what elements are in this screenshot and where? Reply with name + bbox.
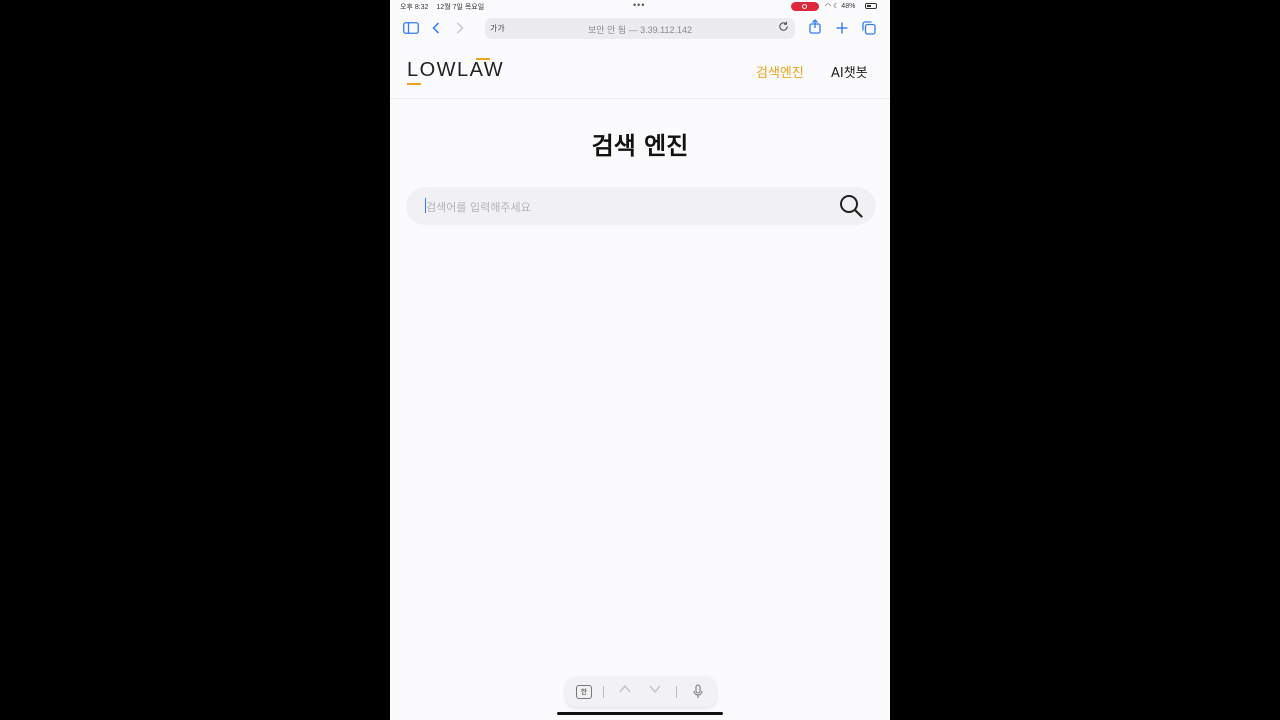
search-icon[interactable]: [839, 194, 863, 218]
ime-toggle-button[interactable]: 한: [576, 685, 592, 699]
address-bar[interactable]: 가가 보안 안 됨 — 3.39.112.142: [485, 18, 795, 39]
share-icon[interactable]: [809, 19, 821, 39]
screen-recording-icon[interactable]: [791, 2, 819, 11]
search-box[interactable]: [406, 187, 876, 225]
sidebar-icon[interactable]: [403, 21, 419, 39]
site-header: LOWLAW 검색엔진 AI챗봇: [390, 43, 890, 99]
divider: [676, 686, 677, 698]
keyboard-accessory-bar: 한: [566, 677, 716, 707]
browser-toolbar: 가가 보안 안 됨 — 3.39.112.142: [390, 13, 890, 43]
chevron-up-icon[interactable]: [618, 682, 632, 700]
search-input[interactable]: [424, 196, 828, 218]
site-logo[interactable]: LOWLAW: [407, 59, 504, 82]
nav-ai-chatbot[interactable]: AI챗봇: [831, 62, 868, 81]
chevron-down-icon[interactable]: [648, 682, 662, 700]
divider: [603, 686, 604, 698]
page-title: 검색 엔진: [591, 132, 689, 160]
tabs-overview-icon[interactable]: [862, 21, 876, 40]
reload-icon[interactable]: [778, 21, 789, 35]
multitasking-dots-icon[interactable]: •••: [633, 0, 645, 10]
new-tab-icon[interactable]: [836, 21, 848, 39]
status-bar: 오후 8:32 12월 7일 목요일 ••• ◠ ☾ 48%: [390, 0, 890, 13]
address-text[interactable]: 보안 안 됨 — 3.39.112.142: [485, 23, 795, 36]
microphone-icon[interactable]: [693, 684, 703, 703]
logo-accent-underline: [407, 83, 421, 85]
battery-icon: [865, 3, 877, 9]
back-icon[interactable]: [432, 21, 440, 39]
wifi-icon: ◠: [825, 3, 832, 10]
nav-search-engine[interactable]: 검색엔진: [756, 62, 804, 81]
status-time: 오후 8:32: [400, 4, 429, 11]
home-indicator[interactable]: [557, 712, 723, 715]
battery-percent: 48%: [841, 3, 856, 10]
status-date: 12월 7일 목요일: [436, 4, 485, 11]
ipad-screen: 오후 8:32 12월 7일 목요일 ••• ◠ ☾ 48% 가가 보안 안 됨…: [390, 0, 890, 720]
moon-icon: ☾: [833, 3, 840, 10]
forward-icon[interactable]: [456, 21, 464, 39]
text-caret: [425, 198, 426, 213]
logo-accent-mark: [476, 58, 490, 60]
